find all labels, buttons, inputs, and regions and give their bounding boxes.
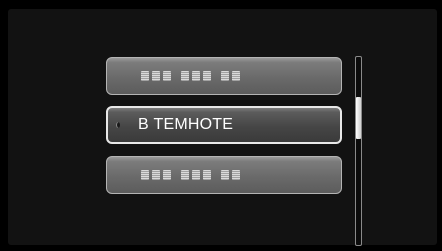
menu-panel: В ТЕМНОТЕ bbox=[8, 9, 437, 246]
menu-item-label: В ТЕМНОТЕ bbox=[138, 116, 234, 133]
obscured-label bbox=[141, 170, 240, 180]
scroll-thumb[interactable] bbox=[356, 97, 361, 139]
menu-item-obscured-1[interactable] bbox=[106, 57, 342, 95]
camera-menu-screen: В ТЕМНОТЕ bbox=[0, 0, 442, 251]
obscured-label bbox=[141, 71, 240, 81]
menu-item-obscured-2[interactable] bbox=[106, 156, 342, 194]
menu-item-selected[interactable]: В ТЕМНОТЕ bbox=[106, 106, 342, 144]
selection-indicator-icon bbox=[116, 122, 120, 128]
scrollbar[interactable] bbox=[355, 56, 362, 246]
